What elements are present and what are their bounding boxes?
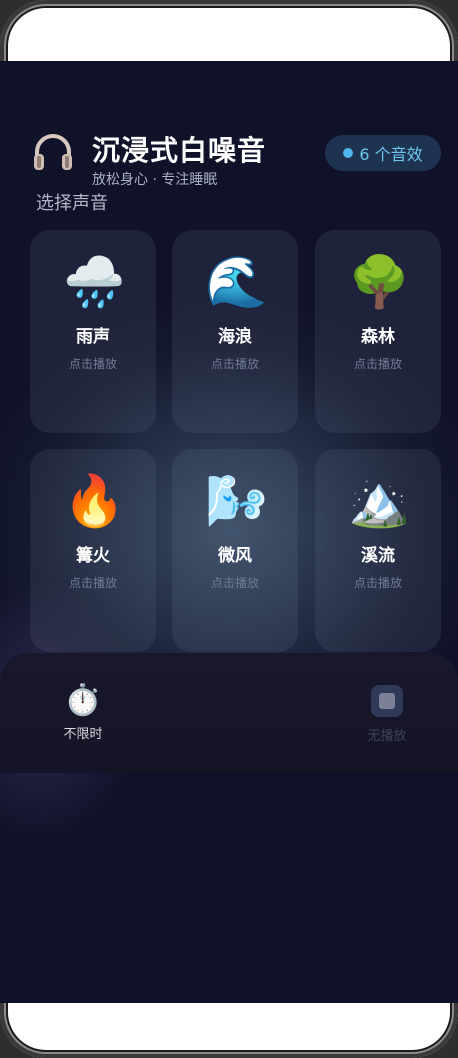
wind-face-icon: 🌬️ [205, 472, 268, 530]
sound-card-waves[interactable]: 🌊 海浪 点击播放 [172, 230, 298, 433]
sound-name: 森林 [361, 327, 395, 347]
sound-card-rain[interactable]: 🌧️ 雨声 点击播放 [30, 230, 156, 433]
sound-hint: 点击播放 [210, 357, 259, 371]
page-subtitle: 放松身心 · 专注睡眠 [92, 172, 218, 188]
sound-name: 微风 [218, 546, 252, 566]
sound-hint: 点击播放 [68, 357, 117, 371]
stopwatch-icon: ⏱️ [64, 683, 102, 718]
sound-hint: 点击播放 [353, 357, 402, 371]
app-screen: 沉浸式白噪音 放松身心 · 专注睡眠 6 个音效 选择声音 🌧️ 雨声 点击播放… [0, 61, 458, 1003]
stop-button[interactable]: 无播放 [360, 685, 414, 744]
tree-icon: 🌳 [348, 253, 411, 311]
sound-count-badge: 6 个音效 [325, 135, 441, 171]
sound-card-campfire[interactable]: 🔥 篝火 点击播放 [30, 449, 156, 652]
wave-icon: 🌊 [205, 253, 268, 311]
sound-name: 篝火 [76, 546, 110, 566]
badge-label: 6 个音效 [359, 145, 423, 164]
sound-hint: 点击播放 [68, 576, 117, 590]
sound-name: 溪流 [361, 546, 395, 566]
timer-button[interactable]: ⏱️ 不限时 [60, 683, 106, 742]
page-title: 沉浸式白噪音 [92, 134, 267, 167]
phone-frame: 沉浸式白噪音 放松身心 · 专注睡眠 6 个音效 选择声音 🌧️ 雨声 点击播放… [0, 0, 458, 1058]
fire-icon: 🔥 [63, 472, 126, 530]
stop-label: 无播放 [367, 729, 407, 744]
app-header: 沉浸式白噪音 放松身心 · 专注睡眠 6 个音效 [32, 129, 442, 189]
control-panel: ⏱️ 不限时 无播放 [0, 653, 458, 773]
headphones-icon [34, 134, 72, 170]
sound-card-stream[interactable]: 🏔️ 溪流 点击播放 [315, 449, 441, 652]
sound-hint: 点击播放 [353, 576, 402, 590]
sound-name: 海浪 [218, 327, 252, 347]
rain-cloud-icon: 🌧️ [63, 253, 126, 311]
status-dot-icon [343, 148, 354, 158]
mountain-icon: 🏔️ [348, 472, 411, 530]
section-label: 选择声音 [36, 193, 108, 214]
timer-label: 不限时 [63, 727, 103, 742]
sound-name: 雨声 [76, 327, 110, 347]
stop-icon [371, 685, 403, 717]
sound-hint: 点击播放 [210, 576, 259, 590]
sound-card-forest[interactable]: 🌳 森林 点击播放 [315, 230, 441, 433]
sound-card-breeze[interactable]: 🌬️ 微风 点击播放 [172, 449, 298, 652]
